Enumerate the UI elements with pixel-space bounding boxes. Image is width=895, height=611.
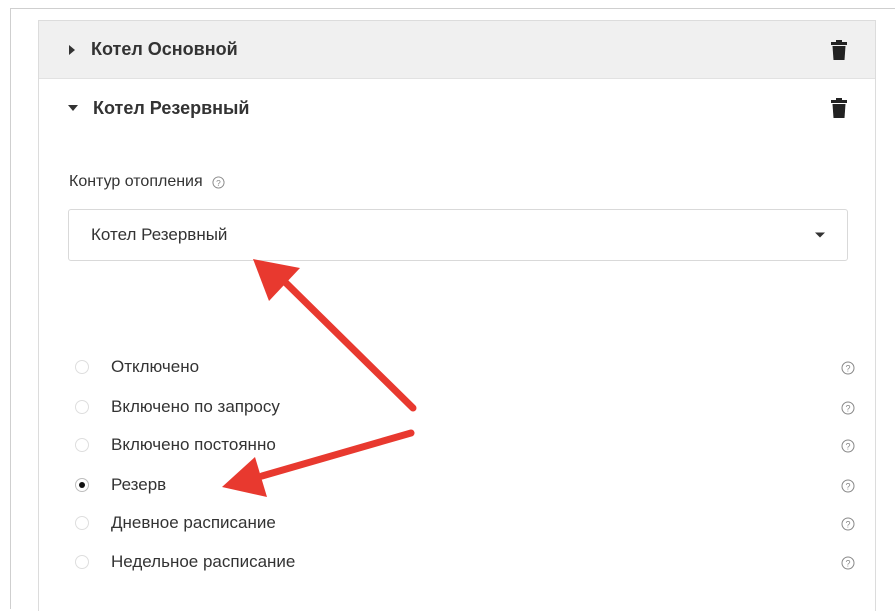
svg-text:?: ? <box>845 482 850 492</box>
heating-circuit-select[interactable]: Котел Резервный <box>68 209 848 261</box>
question-circle-icon[interactable]: ? <box>841 361 855 375</box>
svg-text:?: ? <box>845 520 850 530</box>
mode-radio-weekly-schedule[interactable] <box>75 555 89 569</box>
heating-circuit-label: Контур отопления ? <box>69 173 225 191</box>
chevron-down-icon <box>815 232 825 238</box>
mode-option-always-on[interactable]: Включено постоянно ? <box>75 433 855 457</box>
mode-label-reserve[interactable]: Резерв <box>111 475 166 495</box>
section-header-main-boiler[interactable]: Котел Основной <box>39 21 875 79</box>
svg-text:?: ? <box>845 404 850 414</box>
caret-right-icon <box>69 44 75 55</box>
question-circle-icon[interactable]: ? <box>841 401 855 415</box>
section-title-main-boiler: Котел Основной <box>91 39 238 59</box>
question-circle-icon[interactable]: ? <box>841 479 855 493</box>
mode-label-on-demand[interactable]: Включено по запросу <box>111 397 280 417</box>
mode-option-daily-schedule[interactable]: Дневное расписание ? <box>75 511 855 535</box>
caret-down-icon <box>68 105 78 111</box>
svg-text:?: ? <box>845 364 850 374</box>
heating-circuit-label-text: Контур отопления <box>69 173 203 190</box>
svg-text:?: ? <box>216 177 221 187</box>
mode-option-off[interactable]: Отключено ? <box>75 355 855 379</box>
mode-label-always-on[interactable]: Включено постоянно <box>111 435 276 455</box>
mode-radio-on-demand[interactable] <box>75 400 89 414</box>
mode-label-weekly-schedule[interactable]: Недельное расписание <box>111 552 295 572</box>
trash-icon[interactable] <box>831 39 847 60</box>
svg-text:?: ? <box>845 442 850 452</box>
mode-option-weekly-schedule[interactable]: Недельное расписание ? <box>75 550 855 574</box>
mode-radio-reserve[interactable] <box>75 478 89 492</box>
mode-radio-always-on[interactable] <box>75 438 89 452</box>
mode-option-on-demand[interactable]: Включено по запросу ? <box>75 395 855 419</box>
mode-label-daily-schedule[interactable]: Дневное расписание <box>111 513 276 533</box>
question-circle-icon[interactable]: ? <box>841 517 855 531</box>
section-header-reserve-boiler[interactable]: Котел Резервный <box>39 80 875 136</box>
trash-icon[interactable] <box>831 98 847 118</box>
mode-label-off[interactable]: Отключено <box>111 357 199 377</box>
question-circle-icon[interactable]: ? <box>841 439 855 453</box>
boiler-settings-panel: Котел Основной Котел Резервный Контур от… <box>38 20 876 611</box>
mode-radio-daily-schedule[interactable] <box>75 516 89 530</box>
svg-text:?: ? <box>845 559 850 569</box>
question-circle-icon[interactable]: ? <box>841 556 855 570</box>
heating-circuit-selected-value: Котел Резервный <box>91 225 228 244</box>
mode-radio-off[interactable] <box>75 360 89 374</box>
section-title-reserve-boiler: Котел Резервный <box>93 97 250 118</box>
question-circle-icon[interactable]: ? <box>212 175 225 189</box>
mode-option-reserve[interactable]: Резерв ? <box>75 473 855 497</box>
